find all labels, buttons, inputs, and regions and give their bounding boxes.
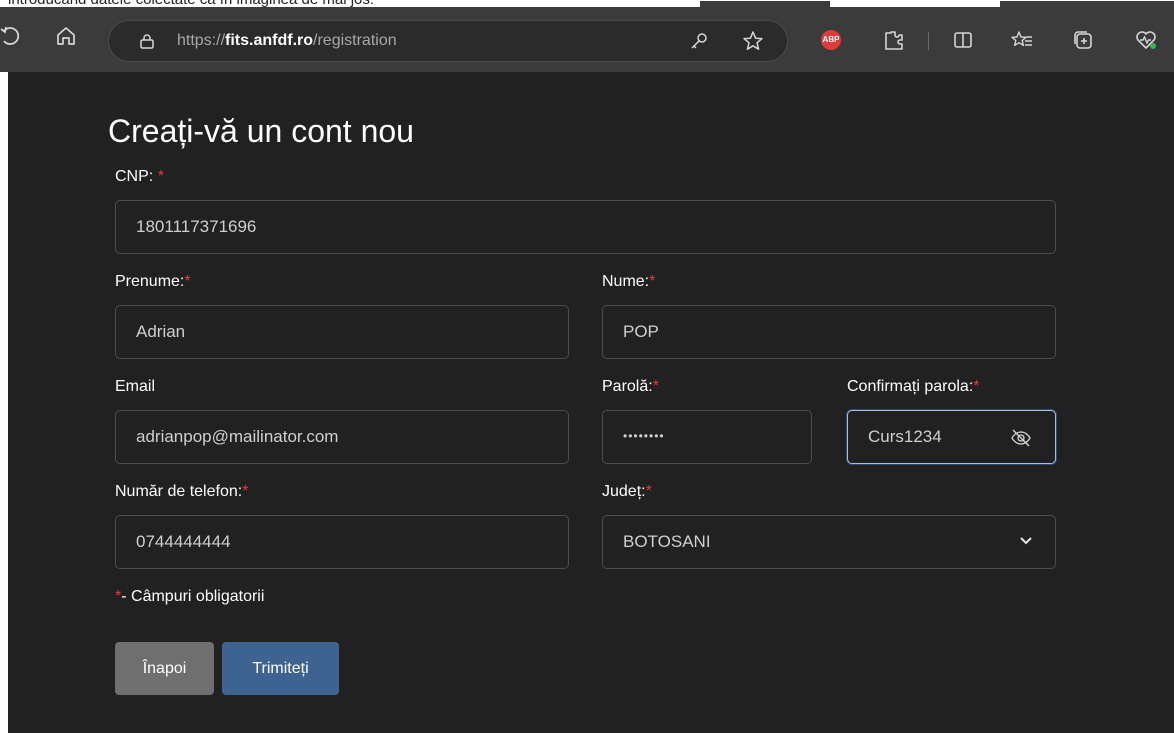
toolbar-separator xyxy=(928,32,929,50)
required-mark: * xyxy=(184,273,191,290)
url-text[interactable]: https://fits.anfdf.ro/registration xyxy=(177,32,397,50)
required-mark: * xyxy=(242,483,249,500)
cnp-label: CNP: * xyxy=(115,168,164,185)
judet-select[interactable]: BOTOSANI xyxy=(602,515,1056,569)
telefon-label: Număr de telefon:* xyxy=(115,483,249,500)
lock-icon[interactable] xyxy=(139,33,155,49)
nume-label: Nume:* xyxy=(602,273,656,290)
registration-page: Creați-vă un cont nou CNP: * 18011173716… xyxy=(8,72,1174,733)
extensions-icon[interactable] xyxy=(882,28,906,52)
collections-icon[interactable] xyxy=(1071,28,1095,52)
confirm-password-label: Confirmați parola:* xyxy=(847,378,980,395)
email-input[interactable]: adrianpop@mailinator.com xyxy=(115,410,569,464)
submit-button[interactable]: Trimiteți xyxy=(222,642,339,695)
parola-label: Parolă:* xyxy=(602,378,659,395)
judet-label: Județ:* xyxy=(602,483,652,500)
confirm-password-input[interactable]: Curs1234 xyxy=(847,410,1056,464)
password-input[interactable]: •••••••• xyxy=(602,410,812,464)
email-label: Email xyxy=(115,378,156,395)
home-icon[interactable] xyxy=(53,23,79,49)
required-mark: * xyxy=(157,168,164,185)
back-button[interactable]: Înapoi xyxy=(115,642,214,695)
required-mark: * xyxy=(973,378,980,395)
refresh-icon[interactable] xyxy=(0,23,26,49)
required-fields-note: *- Câmpuri obligatorii xyxy=(115,588,265,605)
phone-input[interactable]: 0744444444 xyxy=(115,515,569,569)
cnp-input[interactable]: 1801117371696 xyxy=(115,200,1056,254)
address-bar[interactable]: https://fits.anfdf.ro/registration xyxy=(108,20,788,62)
browser-toolbar: https://fits.anfdf.ro/registration ABP xyxy=(0,7,1174,72)
nume-input[interactable]: POP xyxy=(602,305,1056,359)
required-mark: * xyxy=(652,378,659,395)
chevron-down-icon xyxy=(1020,537,1032,545)
split-screen-icon[interactable] xyxy=(951,28,975,52)
adblock-icon[interactable]: ABP xyxy=(821,30,841,50)
eye-slash-icon[interactable] xyxy=(1009,427,1033,449)
page-title: Creați-vă un cont nou xyxy=(108,113,414,149)
browser-essentials-icon[interactable] xyxy=(1134,28,1158,52)
prenume-input[interactable]: Adrian xyxy=(115,305,569,359)
prenume-label: Prenume:* xyxy=(115,273,191,290)
key-icon[interactable] xyxy=(689,31,709,51)
required-mark: * xyxy=(649,273,656,290)
star-icon[interactable] xyxy=(741,29,765,53)
favorites-icon[interactable] xyxy=(1010,28,1034,52)
required-mark: * xyxy=(645,483,652,500)
